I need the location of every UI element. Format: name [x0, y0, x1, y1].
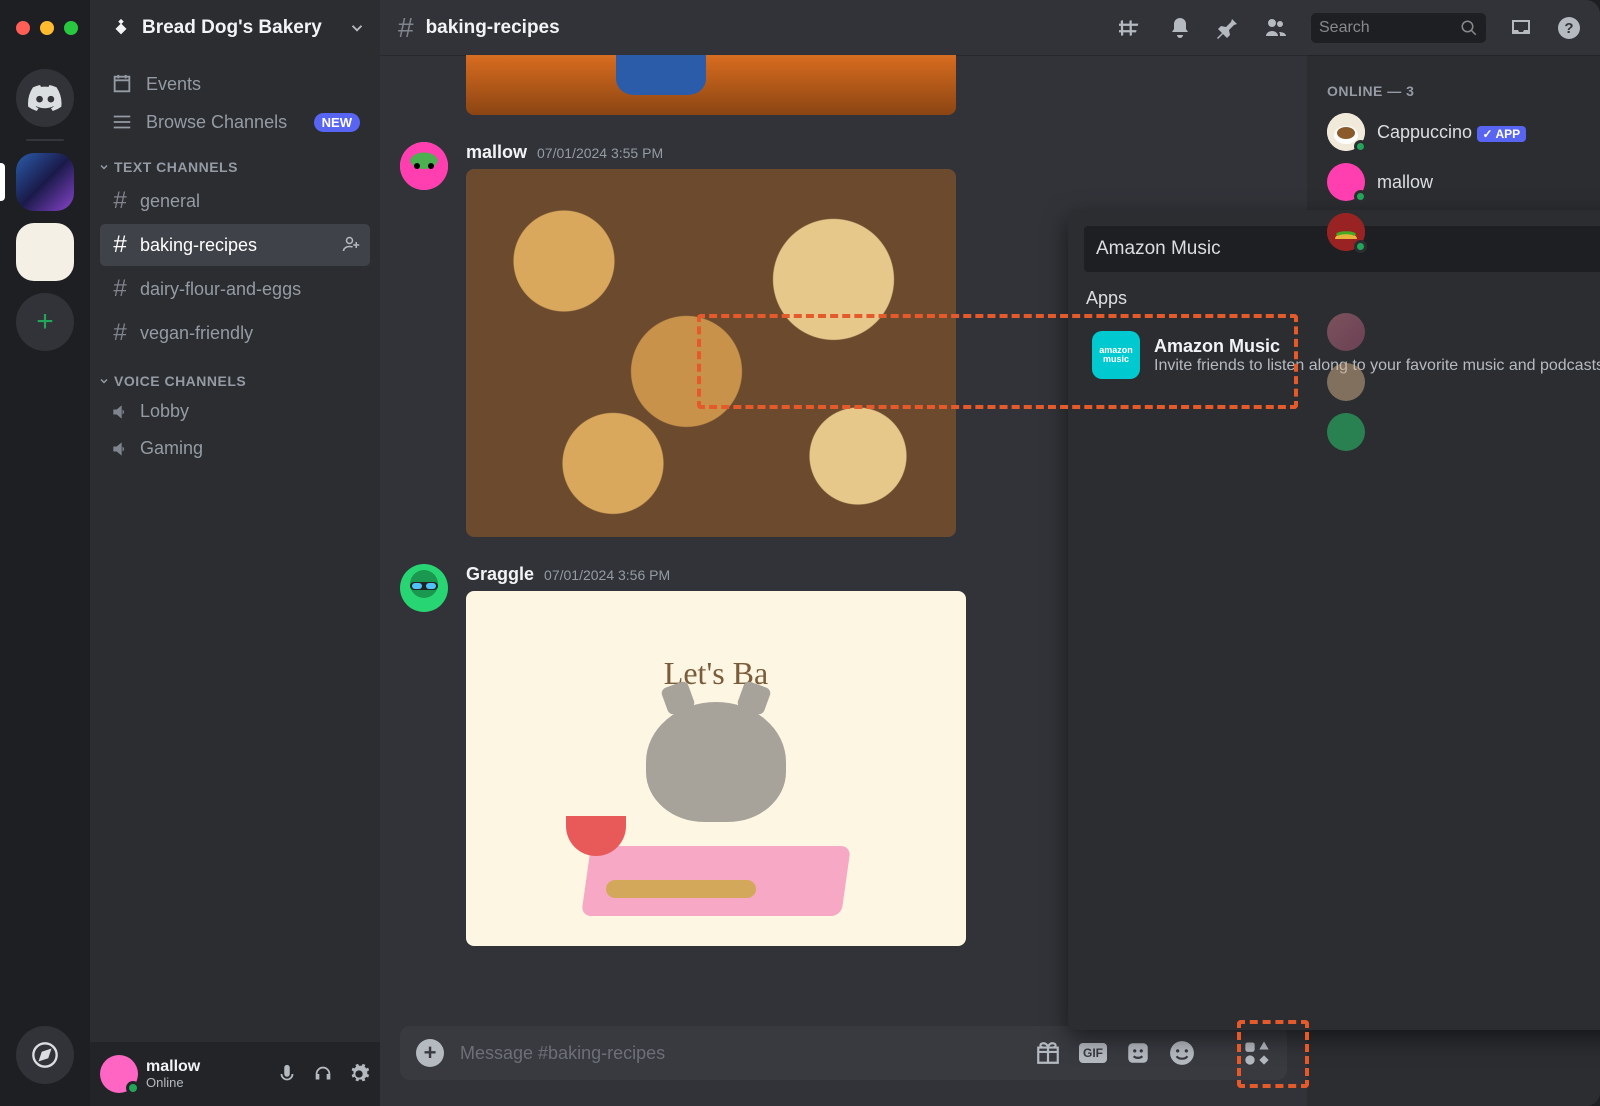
- app-description: Invite friends to listen along to your f…: [1154, 357, 1600, 375]
- server-icon-1[interactable]: [16, 153, 74, 211]
- inbox-icon[interactable]: [1508, 15, 1534, 41]
- browse-channels-row[interactable]: Browse Channels NEW: [100, 103, 370, 141]
- app-icon: amazon music: [1092, 331, 1140, 379]
- server-name: Bread Dog's Bakery: [142, 17, 322, 39]
- browse-icon: [110, 111, 134, 133]
- member-avatar: [1327, 113, 1365, 151]
- voice-channels-header[interactable]: VOICE CHANNELS: [90, 355, 380, 393]
- activities-icon[interactable]: [1243, 1039, 1271, 1067]
- gif-button[interactable]: GIF: [1079, 1043, 1107, 1063]
- help-icon[interactable]: ?: [1556, 15, 1582, 41]
- emoji-icon[interactable]: [1169, 1040, 1195, 1066]
- chat-area: mallow 07/01/2024 3:55 PM Graggle: [380, 55, 1307, 1106]
- self-status: Online: [146, 1075, 200, 1090]
- message-composer[interactable]: + Message #baking-recipes GIF: [400, 1026, 1287, 1080]
- app-name: Amazon Music: [1154, 336, 1600, 357]
- online-header: ONLINE — 3: [1317, 75, 1590, 107]
- server-boost-icon: [110, 17, 132, 39]
- window-controls: [0, 21, 90, 35]
- hash-icon: #: [398, 12, 414, 44]
- titlebar: Bread Dog's Bakery # baking-recipes Sear…: [0, 0, 1600, 55]
- apps-section-label: Apps: [1086, 288, 1600, 309]
- home-button[interactable]: [16, 69, 74, 127]
- server-icon-bakery[interactable]: [16, 223, 74, 281]
- member-mallow[interactable]: mallow: [1317, 157, 1590, 207]
- channel-header: # baking-recipes Search ?: [380, 0, 1600, 55]
- sticker-icon[interactable]: [1125, 1040, 1151, 1066]
- message-timestamp: 07/01/2024 3:56 PM: [544, 567, 670, 583]
- composer-placeholder: Message #baking-recipes: [460, 1043, 665, 1064]
- member-avatar: [1327, 163, 1365, 201]
- author-avatar[interactable]: [400, 564, 448, 612]
- search-placeholder: Search: [1319, 19, 1370, 37]
- guild-rail: +: [0, 55, 90, 1106]
- channel-dairy[interactable]: #dairy-flour-and-eggs: [100, 268, 370, 310]
- search-input[interactable]: Search: [1311, 13, 1486, 43]
- voice-gaming[interactable]: Gaming: [100, 431, 370, 466]
- explore-button[interactable]: [16, 1026, 74, 1084]
- events-row[interactable]: Events: [100, 65, 370, 103]
- channel-sidebar: Events Browse Channels NEW TEXT CHANNELS…: [90, 55, 380, 1106]
- author-name[interactable]: mallow: [466, 142, 527, 163]
- self-username: mallow: [146, 1058, 200, 1076]
- mute-icon[interactable]: [276, 1063, 298, 1085]
- browse-label: Browse Channels: [146, 112, 287, 133]
- channel-vegan[interactable]: #vegan-friendly: [100, 312, 370, 354]
- author-name[interactable]: Graggle: [466, 564, 534, 585]
- minimize-window-button[interactable]: [40, 21, 54, 35]
- channel-baking-recipes[interactable]: #baking-recipes: [100, 224, 370, 266]
- member-avatar: [1327, 363, 1365, 401]
- events-label: Events: [146, 74, 201, 95]
- attachment-image[interactable]: Let's Ba: [466, 591, 966, 946]
- attachment-image[interactable]: [466, 169, 956, 537]
- channel-title: baking-recipes: [426, 17, 560, 39]
- add-server-button[interactable]: +: [16, 293, 74, 351]
- attach-button[interactable]: +: [416, 1039, 444, 1067]
- new-badge: NEW: [314, 113, 360, 132]
- message-timestamp: 07/01/2024 3:55 PM: [537, 145, 663, 161]
- search-icon: [1460, 19, 1478, 37]
- maximize-window-button[interactable]: [64, 21, 78, 35]
- chevron-down-icon: [98, 161, 110, 173]
- member-cappuccino[interactable]: Cappuccino ✓ APP: [1317, 107, 1590, 157]
- attachment-image[interactable]: [466, 55, 956, 115]
- voice-lobby[interactable]: Lobby: [100, 394, 370, 429]
- notifications-icon[interactable]: [1167, 15, 1193, 41]
- chevron-down-icon: [98, 375, 110, 387]
- calendar-icon: [110, 73, 134, 95]
- close-window-button[interactable]: [16, 21, 30, 35]
- threads-icon[interactable]: [1119, 15, 1145, 41]
- svg-text:?: ?: [1564, 20, 1573, 37]
- member-avatar: [1327, 413, 1365, 451]
- chevron-down-icon: [348, 19, 366, 37]
- settings-icon[interactable]: [348, 1063, 370, 1085]
- pinned-icon[interactable]: [1215, 15, 1241, 41]
- channel-general[interactable]: #general: [100, 180, 370, 222]
- member-avatar: [1327, 213, 1365, 251]
- members-icon[interactable]: [1263, 15, 1289, 41]
- user-panel: mallow Online: [90, 1042, 380, 1106]
- server-header[interactable]: Bread Dog's Bakery: [90, 0, 380, 55]
- deafen-icon[interactable]: [312, 1063, 334, 1085]
- speaker-icon: [110, 402, 130, 422]
- invite-icon[interactable]: [342, 236, 360, 254]
- author-avatar[interactable]: [400, 142, 448, 190]
- member-avatar: [1327, 313, 1365, 351]
- text-channels-header[interactable]: TEXT CHANNELS: [90, 141, 380, 179]
- app-badge: ✓ APP: [1477, 126, 1527, 142]
- gift-icon[interactable]: [1035, 1040, 1061, 1066]
- speaker-icon: [110, 439, 130, 459]
- self-avatar[interactable]: [100, 1055, 138, 1093]
